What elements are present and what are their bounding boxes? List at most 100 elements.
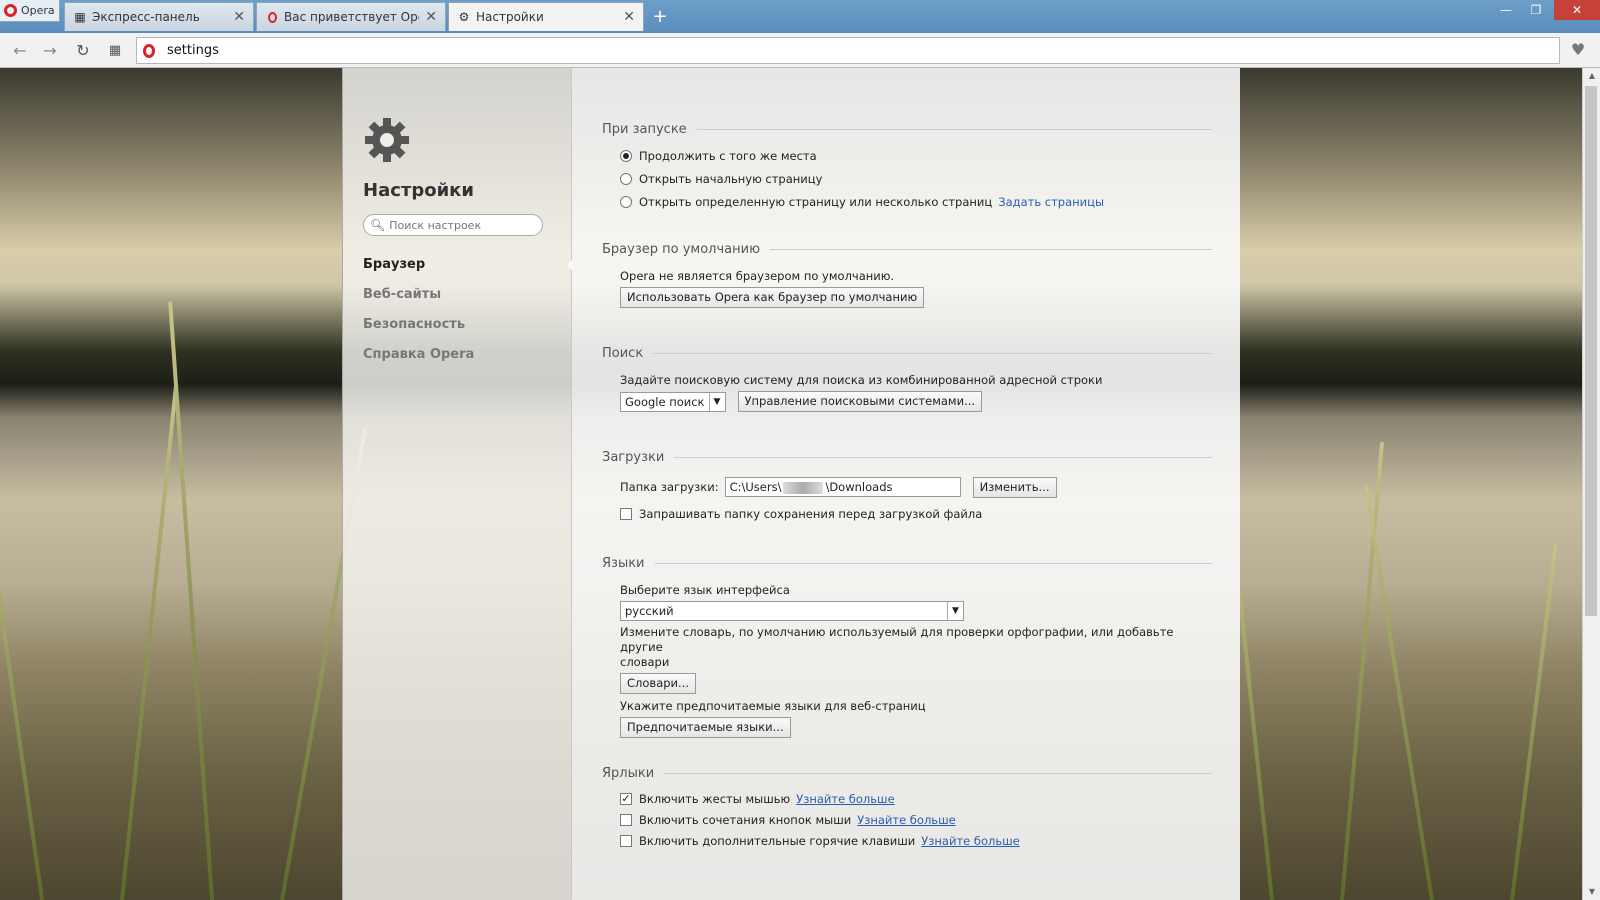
grass-blade	[1364, 484, 1434, 900]
ask-download-folder[interactable]: Запрашивать папку сохранения перед загру…	[620, 502, 1212, 525]
startup-specific[interactable]: Открыть определенную страницу или нескол…	[620, 190, 1212, 213]
close-icon[interactable]: ✕	[623, 9, 635, 25]
close-icon[interactable]: ✕	[425, 9, 437, 25]
learn-more-link[interactable]: Узнайте больше	[796, 792, 894, 806]
tab-speed-dial[interactable]: ▦ Экспресс-панель ✕	[64, 2, 254, 31]
opera-menu-button[interactable]: Opera	[0, 0, 60, 22]
chevron-down-icon: ▼	[947, 602, 963, 620]
radio-label: Открыть начальную страницу	[639, 171, 823, 186]
checkbox-label: Включить жесты мышью	[639, 791, 791, 806]
forward-icon[interactable]: →	[40, 41, 60, 61]
radio-label: Открыть определенную страницу или нескол…	[639, 194, 993, 209]
address-bar[interactable]: settings	[136, 37, 1560, 64]
settings-title: Настройки	[363, 180, 475, 201]
checkbox[interactable]	[620, 507, 632, 520]
tab-title: Настройки	[476, 10, 544, 24]
section-heading: Браузер по умолчанию	[602, 241, 761, 257]
tab-settings[interactable]: ⚙ Настройки ✕	[448, 2, 644, 31]
settings-search-input[interactable]	[389, 218, 540, 232]
checkbox[interactable]	[620, 813, 632, 826]
sidebar-item-browser[interactable]: Браузер	[363, 254, 474, 284]
sidebar-item-help[interactable]: Справка Opera	[363, 344, 474, 374]
settings-nav: Браузер Веб-сайты Безопасность Справка O…	[363, 254, 474, 374]
select-value: Google поиск	[625, 394, 705, 409]
grass-blade	[168, 301, 214, 900]
minimize-icon[interactable]: —	[1494, 0, 1518, 20]
folder-suffix: \Downloads	[825, 480, 893, 494]
opera-menu-label: Opera	[21, 4, 55, 17]
startup-home[interactable]: Открыть начальную страницу	[620, 167, 1212, 190]
preferred-languages-button[interactable]: Предпочитаемые языки...	[620, 717, 791, 738]
opera-logo-icon	[4, 4, 17, 17]
default-browser-status: Opera не является браузером по умолчанию…	[620, 268, 895, 283]
select-value: русский	[625, 604, 674, 618]
section-languages: Языки Выберите язык интерфейса русский ▼ …	[602, 554, 1212, 738]
learn-more-link[interactable]: Узнайте больше	[857, 813, 955, 827]
opera-badge-icon	[143, 43, 155, 58]
chevron-down-icon: ▼	[708, 392, 725, 411]
make-default-button[interactable]: Использовать Opera как браузер по умолча…	[620, 287, 925, 308]
close-icon[interactable]: ✕	[233, 9, 245, 25]
section-heading: При запуске	[602, 121, 687, 137]
page-scrollbar[interactable]: ▲ ▼	[1582, 68, 1600, 900]
gear-icon	[365, 118, 409, 162]
reload-icon[interactable]: ↻	[73, 41, 93, 61]
settings-search[interactable]: 🔍︎	[363, 214, 543, 236]
section-default-browser: Браузер по умолчанию Opera не является б…	[602, 240, 1212, 308]
checkbox-label: Включить сочетания кнопок мыши	[639, 812, 852, 827]
change-folder-button[interactable]: Изменить...	[972, 476, 1057, 498]
grass-blade	[120, 382, 179, 900]
tab-welcome[interactable]: Вас приветствует Opera! ✕	[256, 2, 446, 31]
rocker-gestures-option[interactable]: Включить сочетания кнопок мыши Узнайте бо…	[620, 809, 1212, 830]
download-folder-label: Папка загрузки:	[620, 480, 719, 494]
sidebar-item-websites[interactable]: Веб-сайты	[363, 284, 474, 314]
sidebar-item-security[interactable]: Безопасность	[363, 314, 474, 344]
radio-button[interactable]	[620, 172, 632, 185]
ui-language-label: Выберите язык интерфейса	[620, 582, 790, 597]
radio-label: Продолжить с того же места	[639, 148, 817, 163]
grid-icon: ▦	[74, 10, 86, 24]
restore-icon[interactable]: ❐	[1524, 0, 1548, 20]
learn-more-link[interactable]: Узнайте больше	[921, 834, 1019, 848]
dictionary-description: Измените словарь, по умолчанию используе…	[620, 625, 1212, 670]
radio-button[interactable]	[620, 149, 632, 162]
ui-language-select[interactable]: русский ▼	[620, 601, 964, 621]
search-engine-select[interactable]: Google поиск ▼	[620, 391, 726, 412]
set-pages-link[interactable]: Задать страницы	[998, 195, 1104, 209]
heart-icon[interactable]: ♥	[1566, 40, 1590, 62]
checkbox[interactable]: ✓	[620, 792, 632, 805]
section-downloads: Загрузки Папка загрузки: C:\Users\ \Downl…	[602, 448, 1212, 525]
section-startup: При запуске Продолжить с того же места О…	[602, 120, 1212, 213]
window-close-icon[interactable]: ✕	[1554, 0, 1600, 20]
dict-text-line1: Измените словарь, по умолчанию используе…	[620, 625, 1174, 654]
startup-continue[interactable]: Продолжить с того же места	[620, 144, 1212, 167]
grass-blade	[1340, 441, 1385, 900]
folder-prefix: C:\Users\	[729, 480, 782, 494]
checkbox[interactable]	[620, 834, 632, 847]
checkbox-label: Включить дополнительные горячие клавиши	[639, 833, 916, 848]
back-icon[interactable]: ←	[10, 41, 30, 61]
manage-search-engines-button[interactable]: Управление поисковыми системами...	[737, 391, 983, 412]
grass-blade	[0, 473, 44, 900]
tab-title: Вас приветствует Opera!	[284, 10, 419, 24]
address-toolbar: ← → ↻ ▦ settings ♥	[0, 33, 1600, 68]
advanced-shortcuts-option[interactable]: Включить дополнительные горячие клавиши У…	[620, 830, 1212, 851]
new-tab-button[interactable]: +	[650, 6, 670, 27]
scroll-down-icon[interactable]: ▼	[1583, 884, 1600, 900]
download-folder-input[interactable]: C:\Users\ \Downloads	[724, 477, 961, 497]
opera-icon	[265, 10, 279, 24]
gear-icon: ⚙	[458, 10, 470, 24]
tab-bar: Opera ▦ Экспресс-панель ✕ Вас приветству…	[0, 0, 1600, 33]
section-heading: Языки	[602, 555, 645, 571]
section-shortcuts: Ярлыки ✓ Включить жесты мышью Узнайте боль…	[602, 764, 1212, 851]
mouse-gestures-option[interactable]: ✓ Включить жесты мышью Узнайте больше	[620, 788, 1212, 809]
scroll-thumb[interactable]	[1585, 86, 1597, 616]
speed-dial-icon[interactable]: ▦	[105, 41, 125, 61]
settings-panel: Настройки 🔍︎ Браузер Веб-сайты Безопасно…	[342, 68, 1240, 900]
settings-content: При запуске Продолжить с того же места О…	[572, 68, 1240, 900]
dictionaries-button[interactable]: Словари...	[620, 673, 696, 694]
settings-sidebar: Настройки 🔍︎ Браузер Веб-сайты Безопасно…	[342, 68, 574, 900]
scroll-up-icon[interactable]: ▲	[1583, 68, 1600, 84]
preferred-languages-label: Укажите предпочитаемые языки для веб-стр…	[620, 698, 926, 713]
radio-button[interactable]	[620, 195, 632, 208]
